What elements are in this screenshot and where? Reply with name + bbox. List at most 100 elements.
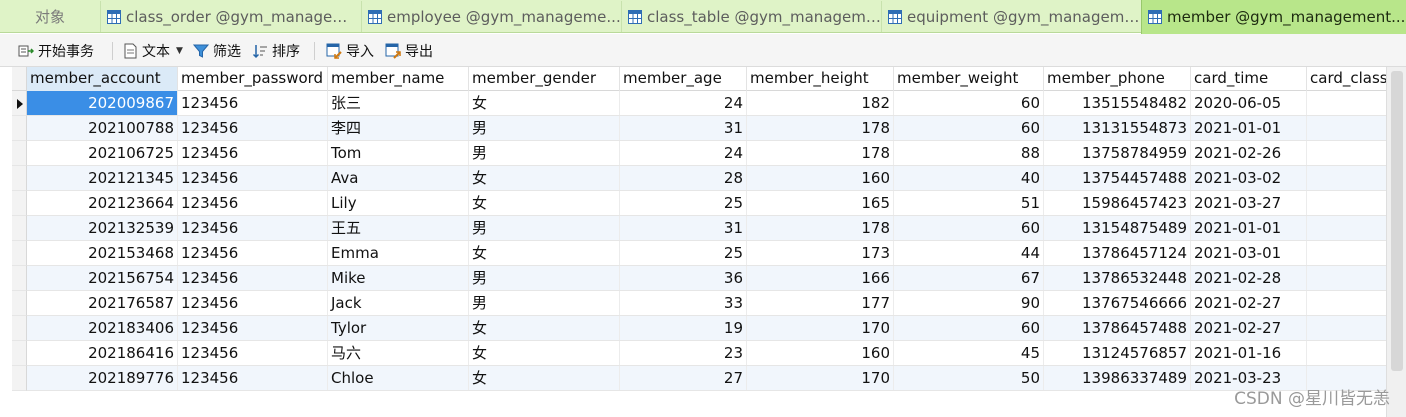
table-row[interactable]: 202189776 123456 Chloe 女 27 170 50 13986337489 2…: [27, 366, 1387, 391]
row-header[interactable]: [12, 291, 27, 316]
table-cell[interactable]: 13986337489: [1044, 366, 1191, 390]
table-cell[interactable]: 123456: [178, 366, 328, 390]
table-cell[interactable]: 166: [747, 266, 894, 290]
begin-transaction-button[interactable]: 开始事务: [18, 34, 94, 67]
table-cell[interactable]: [1307, 316, 1387, 340]
table-cell[interactable]: 2021-03-02: [1191, 166, 1307, 190]
table-cell[interactable]: 13786457124: [1044, 241, 1191, 265]
column-header[interactable]: member_gender: [469, 67, 620, 91]
table-cell[interactable]: 160: [747, 341, 894, 365]
column-header[interactable]: member_weight: [894, 67, 1044, 91]
table-row[interactable]: 202156754 123456 Mike 男 36 166 67 13786532448 20…: [27, 266, 1387, 291]
table-cell[interactable]: 31: [620, 116, 747, 140]
table-cell[interactable]: 13767546666: [1044, 291, 1191, 315]
table-cell[interactable]: 2021-01-01: [1191, 116, 1307, 140]
table-cell[interactable]: 男: [469, 291, 620, 315]
table-cell[interactable]: 李四: [328, 116, 469, 140]
column-header[interactable]: member_height: [747, 67, 894, 91]
table-cell[interactable]: 178: [747, 141, 894, 165]
table-cell[interactable]: Emma: [328, 241, 469, 265]
tab-objects[interactable]: 对象: [0, 1, 100, 32]
table-cell[interactable]: 202100788: [27, 116, 178, 140]
table-cell[interactable]: [1307, 291, 1387, 315]
table-cell[interactable]: 165: [747, 191, 894, 215]
table-cell[interactable]: 67: [894, 266, 1044, 290]
table-cell[interactable]: 23: [620, 341, 747, 365]
table-cell[interactable]: Jack: [328, 291, 469, 315]
table-row[interactable]: 202009867 123456 张三女 24 182 60 13515548482 2020…: [27, 91, 1387, 116]
table-cell[interactable]: 123456: [178, 241, 328, 265]
tab-class-order[interactable]: class_order @gym_manageme...: [100, 1, 361, 32]
table-cell[interactable]: 13124576857: [1044, 341, 1191, 365]
tab-member[interactable]: member @gym_management...: [1141, 0, 1406, 34]
table-cell[interactable]: 24: [620, 91, 747, 115]
table-cell[interactable]: 160: [747, 166, 894, 190]
tab-equipment[interactable]: equipment @gym_manageme...: [881, 1, 1141, 32]
column-header[interactable]: member_phone: [1044, 67, 1191, 91]
table-cell[interactable]: 202153468: [27, 241, 178, 265]
tab-class-table[interactable]: class_table @gym_manageme...: [621, 1, 881, 32]
table-cell[interactable]: 202123664: [27, 191, 178, 215]
table-cell[interactable]: 123456: [178, 166, 328, 190]
table-cell[interactable]: 202132539: [27, 216, 178, 240]
tab-employee[interactable]: employee @gym_manageme...: [361, 1, 621, 32]
table-cell[interactable]: 13758784959: [1044, 141, 1191, 165]
table-cell[interactable]: [1307, 166, 1387, 190]
table-cell[interactable]: 27: [620, 366, 747, 390]
table-cell[interactable]: [1307, 341, 1387, 365]
table-cell[interactable]: 170: [747, 366, 894, 390]
table-row[interactable]: 202183406 123456 Tylor 女 19 170 60 13786457488 2…: [27, 316, 1387, 341]
table-cell[interactable]: Mike: [328, 266, 469, 290]
table-cell[interactable]: 13515548482: [1044, 91, 1191, 115]
table-cell[interactable]: [1307, 91, 1387, 115]
table-cell[interactable]: 123456: [178, 141, 328, 165]
table-cell[interactable]: 2021-02-26: [1191, 141, 1307, 165]
column-header[interactable]: card_class: [1307, 67, 1387, 91]
table-cell[interactable]: 50: [894, 366, 1044, 390]
table-cell[interactable]: 182: [747, 91, 894, 115]
table-cell[interactable]: 2020-06-05: [1191, 91, 1307, 115]
table-cell[interactable]: 25: [620, 241, 747, 265]
scrollbar-thumb[interactable]: [1391, 71, 1403, 371]
sort-button[interactable]: 排序: [252, 34, 300, 67]
row-header[interactable]: [12, 191, 27, 216]
table-cell[interactable]: 202189776: [27, 366, 178, 390]
table-cell[interactable]: 177: [747, 291, 894, 315]
table-cell[interactable]: [1307, 116, 1387, 140]
table-cell[interactable]: Ava: [328, 166, 469, 190]
table-cell[interactable]: 33: [620, 291, 747, 315]
column-header[interactable]: card_time: [1191, 67, 1307, 91]
row-header[interactable]: [12, 166, 27, 191]
table-cell[interactable]: 女: [469, 316, 620, 340]
table-cell[interactable]: 170: [747, 316, 894, 340]
export-button[interactable]: 导出: [385, 34, 433, 67]
table-row[interactable]: 202153468 123456 Emma 女 25 173 44 13786457124 20…: [27, 241, 1387, 266]
table-cell[interactable]: 123456: [178, 191, 328, 215]
table-cell[interactable]: 202186416: [27, 341, 178, 365]
table-cell[interactable]: 178: [747, 116, 894, 140]
table-row[interactable]: 202106725 123456 Tom 男 24 178 88 13758784959 202…: [27, 141, 1387, 166]
column-header[interactable]: member_name: [328, 67, 469, 91]
table-cell[interactable]: 13786457488: [1044, 316, 1191, 340]
table-cell[interactable]: Tom: [328, 141, 469, 165]
table-cell[interactable]: 123456: [178, 316, 328, 340]
table-cell[interactable]: 19: [620, 316, 747, 340]
table-cell[interactable]: [1307, 191, 1387, 215]
table-cell[interactable]: 28: [620, 166, 747, 190]
table-cell[interactable]: 2021-03-01: [1191, 241, 1307, 265]
table-cell[interactable]: 2021-03-27: [1191, 191, 1307, 215]
table-cell[interactable]: 男: [469, 216, 620, 240]
table-cell[interactable]: 44: [894, 241, 1044, 265]
table-cell[interactable]: 123456: [178, 291, 328, 315]
table-cell[interactable]: 123456: [178, 116, 328, 140]
filter-button[interactable]: 筛选: [193, 34, 241, 67]
column-header[interactable]: member_password: [178, 67, 328, 91]
table-cell[interactable]: 女: [469, 341, 620, 365]
table-cell[interactable]: 202183406: [27, 316, 178, 340]
table-cell[interactable]: 13786532448: [1044, 266, 1191, 290]
row-header[interactable]: [12, 91, 27, 116]
row-header[interactable]: [12, 116, 27, 141]
table-cell[interactable]: 60: [894, 216, 1044, 240]
table-cell[interactable]: 31: [620, 216, 747, 240]
table-row[interactable]: 202123664 123456 Lily 女 25 165 51 15986457423 20…: [27, 191, 1387, 216]
